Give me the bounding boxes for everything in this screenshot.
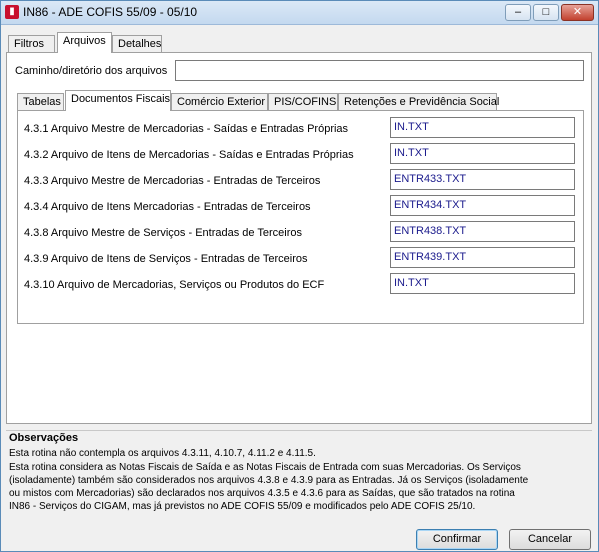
file-label-432: 4.3.2 Arquivo de Itens de Mercadorias - … [24, 149, 354, 161]
subtab-retencoes[interactable]: Retenções e Previdência Social [338, 93, 499, 111]
file-label-438: 4.3.8 Arquivo Mestre de Serviços - Entra… [24, 227, 302, 239]
observation-line: Esta rotina considera as Notas Fiscais d… [9, 462, 521, 473]
tab-detalhes[interactable]: Detalhes [112, 35, 162, 53]
file-label-439: 4.3.9 Arquivo de Itens de Serviços - Ent… [24, 253, 308, 265]
confirm-button[interactable]: Confirmar [416, 529, 498, 550]
subtab-pis-cofins[interactable]: PIS/COFINS [268, 93, 338, 111]
dialog-window: ▮ IN86 - ADE COFIS 55/09 - 05/10 – □ ✕ F… [0, 0, 599, 552]
close-button[interactable]: ✕ [561, 4, 594, 21]
file-input-432[interactable]: IN.TXT [390, 143, 575, 164]
file-input-431[interactable]: IN.TXT [390, 117, 575, 138]
path-label: Caminho/diretório dos arquivos [15, 65, 168, 77]
observation-line: Esta rotina não contempla os arquivos 4.… [9, 448, 316, 459]
minimize-button[interactable]: – [505, 4, 531, 21]
subtab-comercio-exterior[interactable]: Comércio Exterior [171, 93, 268, 111]
observation-line: IN86 - Serviços do CIGAM, mas já previst… [9, 501, 476, 512]
file-label-434: 4.3.4 Arquivo de Itens Mercadorias - Ent… [24, 201, 311, 213]
app-logo-icon: ▮ [5, 5, 19, 19]
file-input-434[interactable]: ENTR434.TXT [390, 195, 575, 216]
observation-line: ou mistos com Mercadorias) são declarado… [9, 488, 515, 499]
file-label-431: 4.3.1 Arquivo Mestre de Mercadorias - Sa… [24, 123, 349, 135]
file-input-439[interactable]: ENTR439.TXT [390, 247, 575, 268]
subtab-tabelas[interactable]: Tabelas [17, 93, 64, 111]
file-label-433: 4.3.3 Arquivo Mestre de Mercadorias - En… [24, 175, 321, 187]
tab-filtros[interactable]: Filtros [8, 35, 55, 53]
cancel-button[interactable]: Cancelar [509, 529, 591, 550]
tab-arquivos[interactable]: Arquivos [57, 32, 112, 53]
observation-line: (isoladamente) também são considerados n… [9, 475, 529, 486]
window-title: IN86 - ADE COFIS 55/09 - 05/10 [23, 5, 198, 19]
file-input-433[interactable]: ENTR433.TXT [390, 169, 575, 190]
title-bar: ▮ IN86 - ADE COFIS 55/09 - 05/10 – □ ✕ [1, 1, 598, 25]
file-input-4310[interactable]: IN.TXT [390, 273, 575, 294]
path-input[interactable] [175, 60, 584, 81]
observations-title: Observações [9, 432, 79, 444]
maximize-button[interactable]: □ [533, 4, 559, 21]
file-input-438[interactable]: ENTR438.TXT [390, 221, 575, 242]
file-label-4310: 4.3.10 Arquivo de Mercadorias, Serviços … [24, 279, 325, 291]
subtab-documentos-fiscais[interactable]: Documentos Fiscais [65, 90, 171, 111]
